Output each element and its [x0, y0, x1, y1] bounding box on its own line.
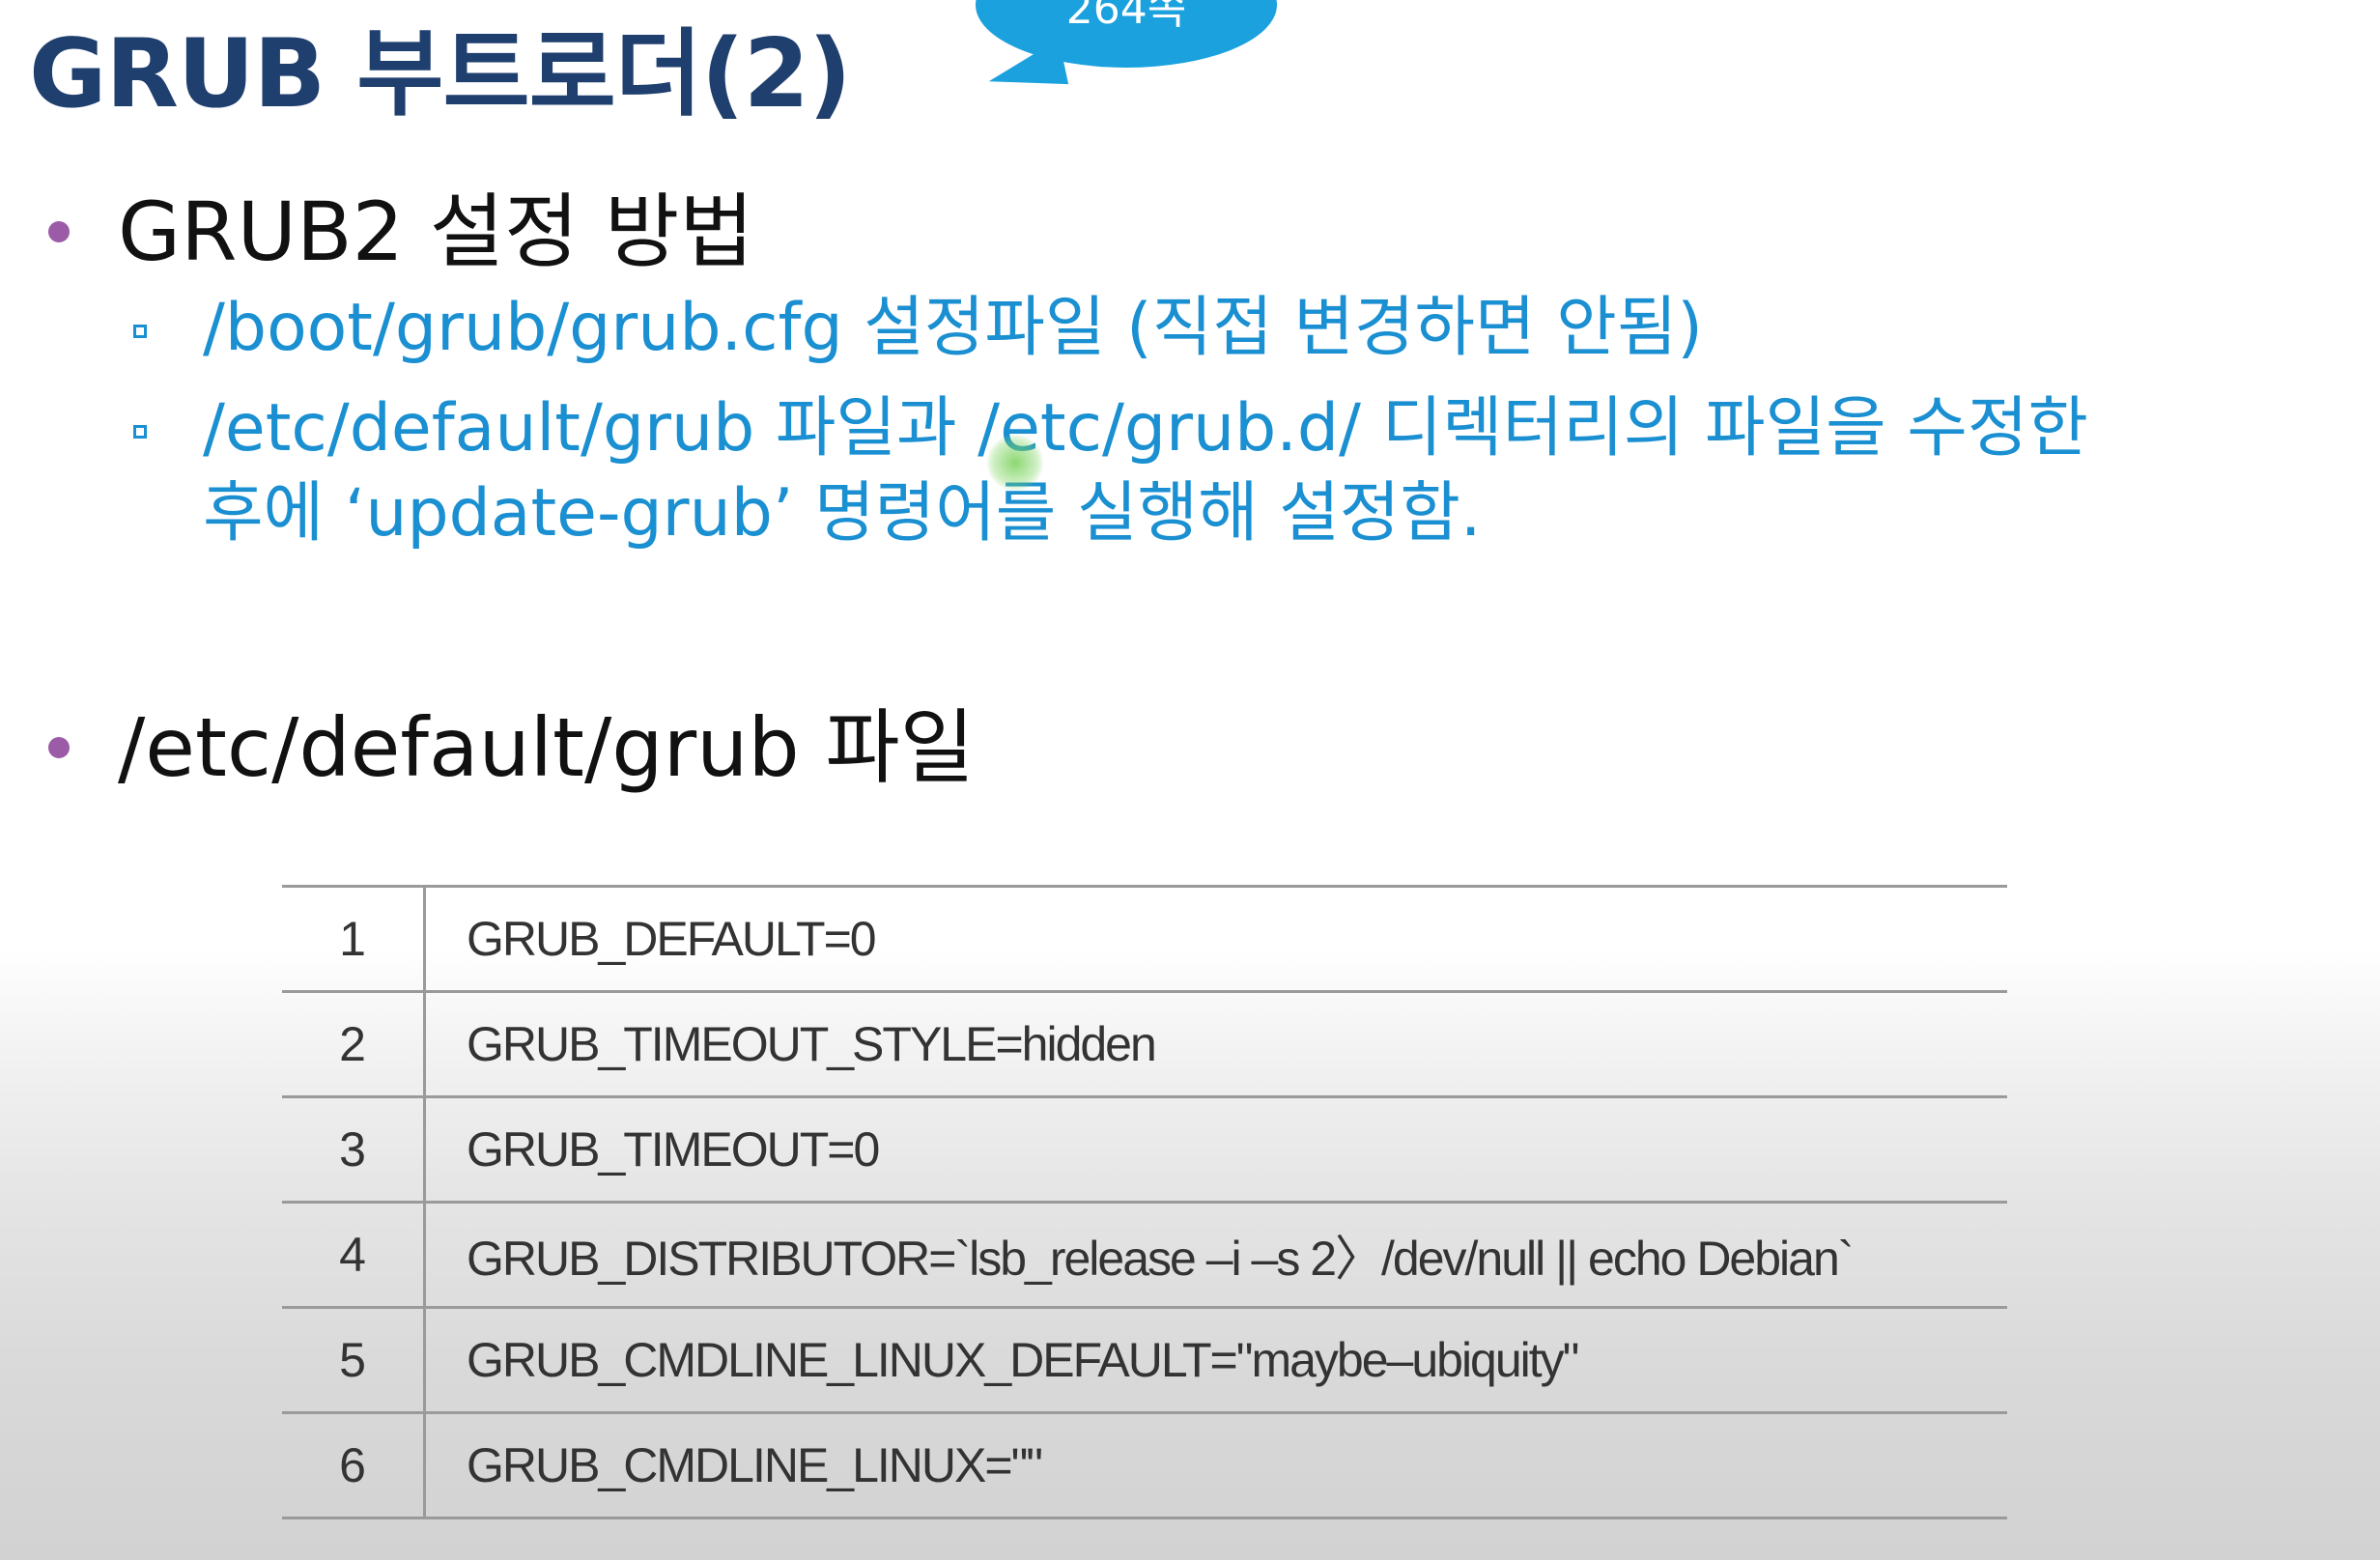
config-line: GRUB_DEFAULT=0: [424, 885, 2007, 993]
config-line: GRUB_CMDLINE_LINUX_DEFAULT="maybe–ubiqui…: [424, 1306, 2007, 1414]
config-line: GRUB_TIMEOUT=0: [424, 1095, 2007, 1204]
square-bullet-icon: [133, 425, 147, 439]
slide-title: GRUB 부트로더(2): [29, 19, 852, 129]
line-number: 1: [282, 885, 426, 993]
bullet-dot-icon: [48, 221, 70, 242]
line-number: 4: [282, 1201, 426, 1309]
table-row: 6 GRUB_CMDLINE_LINUX="": [282, 1411, 2007, 1519]
sub-item-text-line-1: /etc/default/grub 파일과 /etc/grub.d/ 디렉터리의…: [203, 390, 2088, 467]
table-row: 5 GRUB_CMDLINE_LINUX_DEFAULT="maybe–ubiq…: [282, 1306, 2007, 1414]
bullet-dot-icon: [48, 737, 70, 758]
square-bullet-icon: [133, 325, 147, 338]
config-line: GRUB_TIMEOUT_STYLE=hidden: [424, 990, 2007, 1098]
table-row: 3 GRUB_TIMEOUT=0: [282, 1095, 2007, 1204]
grub-config-table: 1 GRUB_DEFAULT=0 2 GRUB_TIMEOUT_STYLE=hi…: [282, 885, 2007, 1519]
config-line: GRUB_CMDLINE_LINUX="": [424, 1411, 2007, 1519]
table-row: 4 GRUB_DISTRIBUTOR=`lsb_release –i –s 2〉…: [282, 1201, 2007, 1309]
bullet-text: /etc/default/grub 파일: [118, 700, 975, 795]
line-number: 3: [282, 1095, 426, 1204]
page-callout-label: 264쪽: [1065, 0, 1187, 34]
table-row: 1 GRUB_DEFAULT=0: [282, 885, 2007, 993]
sub-item-text-line-2: 후에 ‘update-grub’ 명령어를 실행해 설정함.: [203, 475, 1482, 552]
config-line: GRUB_DISTRIBUTOR=`lsb_release –i –s 2〉/d…: [424, 1201, 2007, 1309]
bullet-text: GRUB2 설정 방법: [118, 184, 754, 279]
table-row: 2 GRUB_TIMEOUT_STYLE=hidden: [282, 990, 2007, 1098]
line-number: 6: [282, 1411, 426, 1519]
pointer-highlight-icon: [987, 435, 1043, 491]
sub-item-text: /boot/grub/grub.cfg 설정파일 (직접 변경하면 안됨): [203, 290, 1703, 366]
line-number: 5: [282, 1306, 426, 1414]
line-number: 2: [282, 990, 426, 1098]
slide: GRUB 부트로더(2) 264쪽 GRUB2 설정 방법 /boot/grub…: [0, 0, 2380, 1560]
